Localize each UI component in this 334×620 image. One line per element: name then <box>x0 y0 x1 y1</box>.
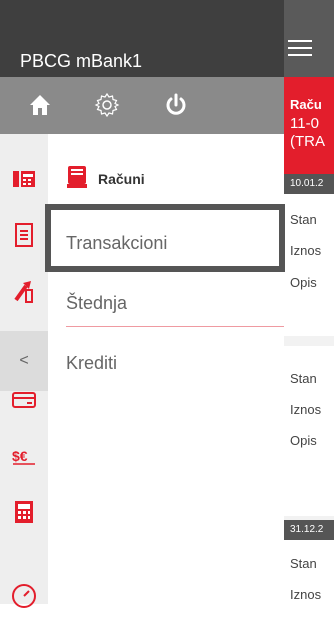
section-title: Računi <box>98 171 145 187</box>
menu-icon[interactable] <box>288 40 312 58</box>
svg-text:$€: $€ <box>12 448 28 464</box>
menu-item-label: Krediti <box>66 353 118 373</box>
savings-icon[interactable] <box>0 267 48 315</box>
transaction-field: Opis <box>290 433 317 448</box>
gear-icon[interactable] <box>93 91 121 119</box>
transaction-field: Stan <box>290 556 317 571</box>
gauge-icon[interactable] <box>0 572 48 620</box>
card-icon[interactable] <box>0 376 48 424</box>
transaction-field: Iznos <box>290 587 322 602</box>
account-type: (TRA <box>290 133 325 150</box>
date-header: 31.12.2 <box>284 520 334 540</box>
date-header: 10.01.2 <box>284 174 334 194</box>
power-icon[interactable] <box>162 91 190 119</box>
transaction-field: Opis <box>290 275 317 290</box>
calculator-icon[interactable] <box>0 488 48 536</box>
home-icon[interactable] <box>26 91 54 119</box>
menu-item-krediti[interactable]: Krediti <box>66 339 284 387</box>
menu-item-stednja[interactable]: Štednja <box>66 279 284 327</box>
highlight-frame <box>45 204 285 272</box>
transactions-doc-icon[interactable] <box>0 211 48 259</box>
transaction-field: Stan <box>290 371 317 386</box>
account-title: Raču <box>290 97 322 112</box>
accounts-icon[interactable] <box>0 155 48 203</box>
transaction-field: Iznos <box>290 243 322 258</box>
transaction-field: Stan <box>290 212 317 227</box>
main-topbar <box>284 0 334 77</box>
account-banner[interactable]: Raču 11-0 (TRA <box>284 77 334 174</box>
divider <box>66 326 284 327</box>
app-title: PBCG mBank1 <box>20 51 143 71</box>
transaction-field: Iznos <box>290 402 322 417</box>
account-number: 11-0 <box>290 115 319 132</box>
menu-item-label: Štednja <box>66 293 128 313</box>
currency-exchange-icon[interactable]: $€ <box>0 432 48 480</box>
accounts-icon <box>66 165 88 189</box>
